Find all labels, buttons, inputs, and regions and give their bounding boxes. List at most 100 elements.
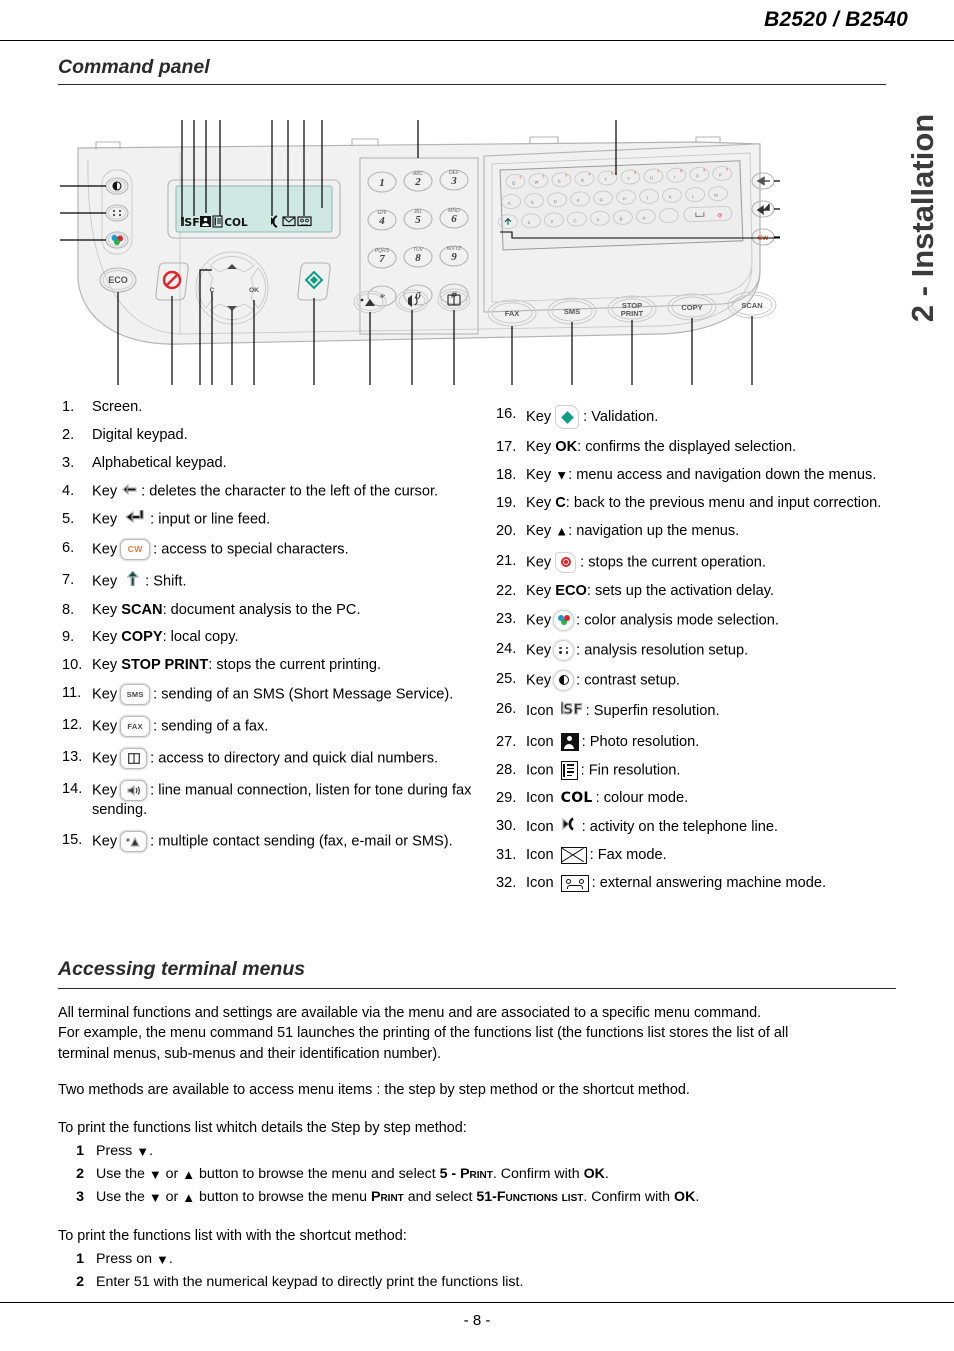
legend-item-25: 25. Key: contrast setup. [496,669,916,691]
svg-text:V: V [596,217,599,222]
legend-number: 15. [62,832,83,849]
ok-key-label: OK [583,1166,605,1182]
footer-divider [0,1302,954,1303]
legend-text: Screen. [92,399,143,415]
command-panel-illustration: .ol{fill:none;stroke:#b4b4b4;stroke-widt… [60,120,860,385]
svg-text:A: A [508,201,511,206]
legend-text: Icon [526,818,554,835]
step-text: or [161,1166,183,1182]
legend-text: Icon [526,875,554,892]
col-icon: COL [560,790,593,807]
step-text: and select [403,1189,477,1205]
contrast-key-icon [553,669,575,691]
legend-number: 19. [496,494,517,511]
legend-number: 27. [496,733,517,750]
svg-text:5: 5 [415,214,421,226]
legend-number: 10. [62,657,83,674]
up-arrow-icon: ▲ [182,1189,196,1205]
svg-text:8: 8 [680,169,682,173]
legend-item-16: 16. Key: Validation. [496,405,916,429]
legend-text-post: : multiple contact sending (fax, e-mail … [150,833,453,850]
svg-text:X: X [551,219,554,224]
legend-text-post: : navigation up the menus. [568,522,740,539]
legend-text: Key [92,540,118,557]
legend-text: Key [526,554,552,571]
legend-item-4: 4. Key: deletes the character to the lef… [62,482,482,501]
chapter-side-tab: 2 - Installation [900,60,946,380]
step-number: 1 [76,1143,84,1159]
step-number: 3 [76,1189,84,1205]
svg-text:H: H [623,196,626,201]
svg-text:3: 3 [450,175,457,187]
legend-text: Icon [526,847,554,864]
chapter-side-tab-label: 2 - Installation [905,113,941,323]
menu-command-label: 51-Functions list [476,1189,584,1205]
legend-number: 8. [62,601,75,618]
svg-text:COPY: COPY [681,303,702,312]
legend-text: Key [92,511,118,528]
svg-text:OK: OK [249,287,259,294]
legend-text-post: : Validation. [583,408,659,425]
step-item: 1 Press on ▼. [58,1248,908,1270]
svg-text:0: 0 [726,167,728,171]
legend-key-name: STOP PRINT [121,657,209,674]
step-text-end: . [149,1143,154,1159]
svg-text:WXYZ: WXYZ [447,246,462,252]
legend-text-post: : menu access and navigation down the me… [568,466,877,483]
legend-text-post: : colour mode. [595,790,689,807]
down-arrow-icon: ▼ [136,1143,150,1159]
legend-item-22: 22. Key ECO: sets up the activation dela… [496,582,916,601]
down-arrow-icon: ▼ [148,1189,162,1205]
menu-command-label: 5 - Print [439,1166,493,1182]
legend-number: 16. [496,406,517,422]
svg-text:E: E [558,179,561,184]
svg-text:7: 7 [379,253,385,265]
fax-mode-icon [560,846,587,864]
legend-text-post: : activity on the telephone line. [581,818,778,835]
svg-text:Y: Y [627,176,630,181]
step-text: or [161,1189,183,1205]
step-item: 2 Enter 51 with the numerical keypad to … [58,1271,908,1293]
legend-item-6: 6. Key CW: access to special characters. [62,538,482,560]
legend-text: Icon [526,762,554,779]
legend-number: 18. [496,466,517,483]
legend-text: Key [526,672,552,689]
step-number: 1 [76,1251,84,1267]
svg-text:6: 6 [451,213,457,225]
legend-text-post: : stops the current operation. [580,554,766,571]
legend-item-32: 32. Icon : external answering machine mo… [496,874,916,893]
svg-text:R: R [581,178,584,183]
svg-text:SF: SF [563,702,583,716]
cw-key-icon: CW [120,538,151,560]
legend-number: 2. [62,426,75,443]
legend-item-5: 5. Key: input or line feed. [62,509,482,529]
step-text: Press on [96,1251,156,1267]
svg-text:U: U [650,175,653,180]
legend-number: 20. [496,522,517,539]
svg-text:6: 6 [634,171,636,175]
legend-item-9: 9. Key COPY: local copy. [62,628,482,647]
up-arrow-icon: ▲ [182,1166,196,1182]
svg-text:D: D [554,199,557,204]
legend-text-post: : external answering machine mode. [591,875,827,892]
legend-text-post: : Fin resolution. [580,762,681,779]
legend-text-post: : local copy. [162,629,239,646]
ok-key-label: OK [674,1189,696,1205]
answering-machine-icon [560,874,589,892]
stepbystep-intro: To print the functions list whitch detai… [58,1120,467,1136]
enter-arrow-icon [125,509,147,529]
legend-number: 28. [496,761,517,778]
legend-item-18: 18. Key ▼: menu access and navigation do… [496,466,916,485]
svg-text:P: P [719,172,722,177]
svg-text:MNO: MNO [448,208,460,214]
legend-key-name: SCAN [121,601,163,618]
intro-paragraph: All terminal functions and settings are … [58,1003,896,1064]
sf-icon: SF [560,700,583,722]
legend-number: 29. [496,790,517,807]
legend-item-19: 19. Key C: back to the previous menu and… [496,494,916,513]
svg-text:PQRS: PQRS [375,248,390,254]
svg-text:PRINT: PRINT [621,309,644,318]
svg-text:9: 9 [451,251,457,263]
legend-number: 23. [496,610,517,627]
svg-text:5: 5 [611,172,613,176]
